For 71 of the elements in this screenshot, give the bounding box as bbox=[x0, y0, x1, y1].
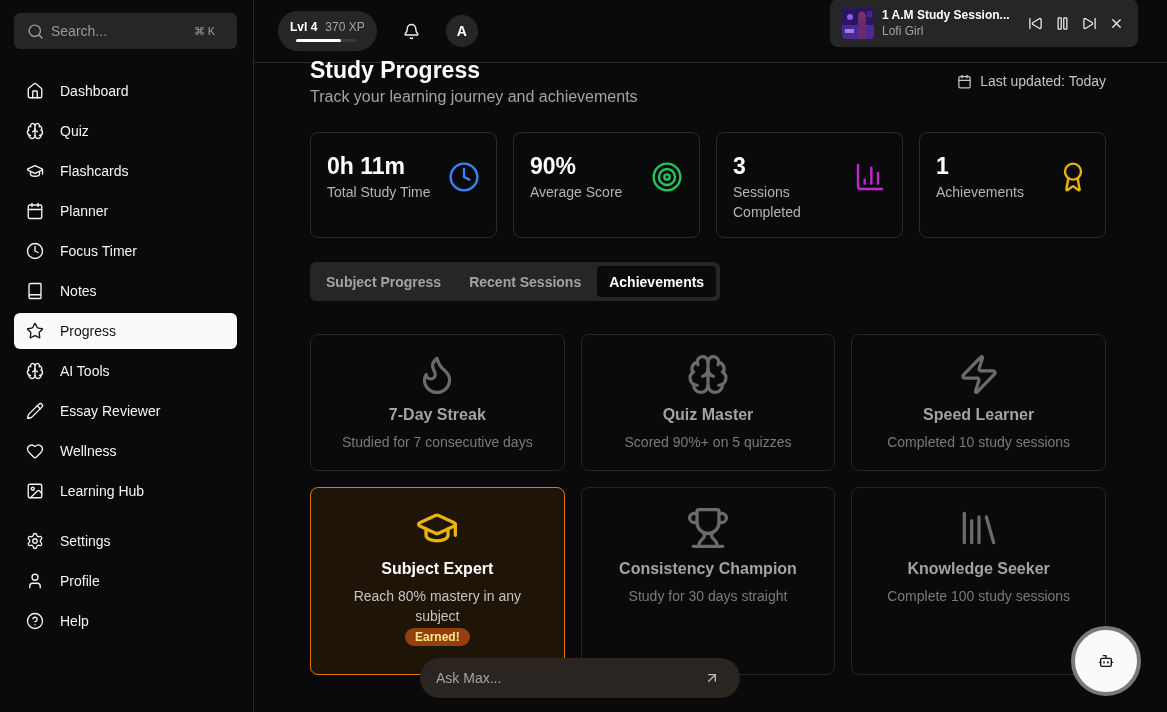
nav-item[interactable]: Essay Reviewer bbox=[14, 393, 237, 429]
settings-icon bbox=[26, 532, 44, 550]
calendar-icon bbox=[957, 73, 973, 89]
achievement-description: Study for 30 days straight bbox=[628, 587, 788, 606]
avatar[interactable]: A bbox=[445, 15, 478, 47]
achievement-title: Consistency Champion bbox=[619, 560, 797, 578]
brain-icon bbox=[26, 122, 44, 140]
achievement-title: Subject Expert bbox=[381, 560, 494, 578]
star-icon bbox=[26, 322, 44, 340]
graduation-cap-icon bbox=[26, 162, 44, 180]
achievement-title: Quiz Master bbox=[662, 406, 754, 424]
nav-item[interactable]: Flashcards bbox=[14, 153, 237, 189]
nav-item[interactable]: Help bbox=[14, 603, 237, 639]
robot-icon bbox=[1098, 653, 1114, 669]
xp-badge[interactable]: Lvl 4 370 XP bbox=[278, 11, 377, 51]
xp-label: 370 XP bbox=[325, 20, 365, 34]
nav-item[interactable]: Dashboard bbox=[14, 73, 237, 109]
stat-label: Average Score bbox=[530, 183, 623, 202]
clock-icon bbox=[26, 242, 44, 260]
stat-value: 3 bbox=[733, 153, 747, 180]
tab[interactable]: Achievements bbox=[597, 266, 717, 297]
page-subtitle: Track your learning journey and achievements bbox=[310, 88, 638, 106]
nav-item[interactable]: Learning Hub bbox=[14, 473, 237, 509]
achievement-title: Speed Learner bbox=[923, 406, 1035, 424]
stat-label: Sessions Completed bbox=[733, 183, 802, 222]
achievement-description: Completed 10 study sessions bbox=[887, 433, 1071, 452]
search-icon bbox=[27, 23, 44, 40]
achievement-description: Scored 90%+ on 5 quizzes bbox=[624, 433, 792, 452]
calendar-icon bbox=[26, 202, 44, 220]
heart-icon bbox=[26, 442, 44, 460]
achievement-title: Knowledge Seeker bbox=[907, 560, 1050, 578]
nav-item[interactable]: Progress bbox=[14, 313, 237, 349]
nav-item[interactable]: Profile bbox=[14, 563, 237, 599]
last-updated: Last updated: Today bbox=[980, 73, 1106, 89]
achievement-description: Complete 100 study sessions bbox=[887, 587, 1071, 606]
earned-badge: Earned! bbox=[405, 628, 470, 646]
nav-item[interactable]: Planner bbox=[14, 193, 237, 229]
tab[interactable]: Recent Sessions bbox=[457, 266, 594, 297]
skip-back-icon bbox=[1028, 15, 1043, 31]
artist-name: Lofi Girl bbox=[882, 24, 925, 38]
shortcut-hint: ⌘ K bbox=[193, 25, 215, 38]
stat-value: 0h 11m bbox=[327, 153, 406, 180]
page-title: Study Progress bbox=[310, 57, 481, 84]
stat-label: Total Study Time bbox=[327, 183, 431, 202]
nav-item[interactable]: Quiz bbox=[14, 113, 237, 149]
stat-label: Achievements bbox=[936, 183, 1024, 202]
nav-item[interactable]: Settings bbox=[14, 523, 237, 559]
trophy-icon bbox=[686, 506, 730, 550]
level-label: Lvl 4 bbox=[290, 20, 318, 34]
nav-item[interactable]: Wellness bbox=[14, 433, 237, 469]
track-title: 1 A.M Study Session... bbox=[882, 8, 1011, 22]
achievement-description: Reach 80% mastery in any subject bbox=[352, 587, 522, 626]
help-icon bbox=[26, 612, 44, 630]
nav-item[interactable]: Focus Timer bbox=[14, 233, 237, 269]
pause-icon bbox=[1055, 15, 1070, 31]
tab[interactable]: Subject Progress bbox=[314, 266, 454, 297]
skip-forward-icon bbox=[1082, 15, 1097, 31]
user-icon bbox=[26, 572, 44, 590]
stat-value: 1 bbox=[936, 153, 950, 180]
image-icon bbox=[26, 482, 44, 500]
achievement-title: 7-Day Streak bbox=[388, 406, 486, 424]
nav-item[interactable]: Notes bbox=[14, 273, 237, 309]
pencil-icon bbox=[26, 402, 44, 420]
brain-icon bbox=[686, 353, 730, 396]
achievement-description: Studied for 7 consecutive days bbox=[342, 433, 533, 452]
book-icon bbox=[26, 282, 44, 300]
stat-value: 90% bbox=[530, 153, 578, 180]
brain-icon bbox=[26, 362, 44, 380]
house-icon bbox=[26, 82, 44, 100]
ask-field[interactable]: Ask Max... bbox=[420, 658, 740, 698]
nav-item[interactable]: AI Tools bbox=[14, 353, 237, 389]
